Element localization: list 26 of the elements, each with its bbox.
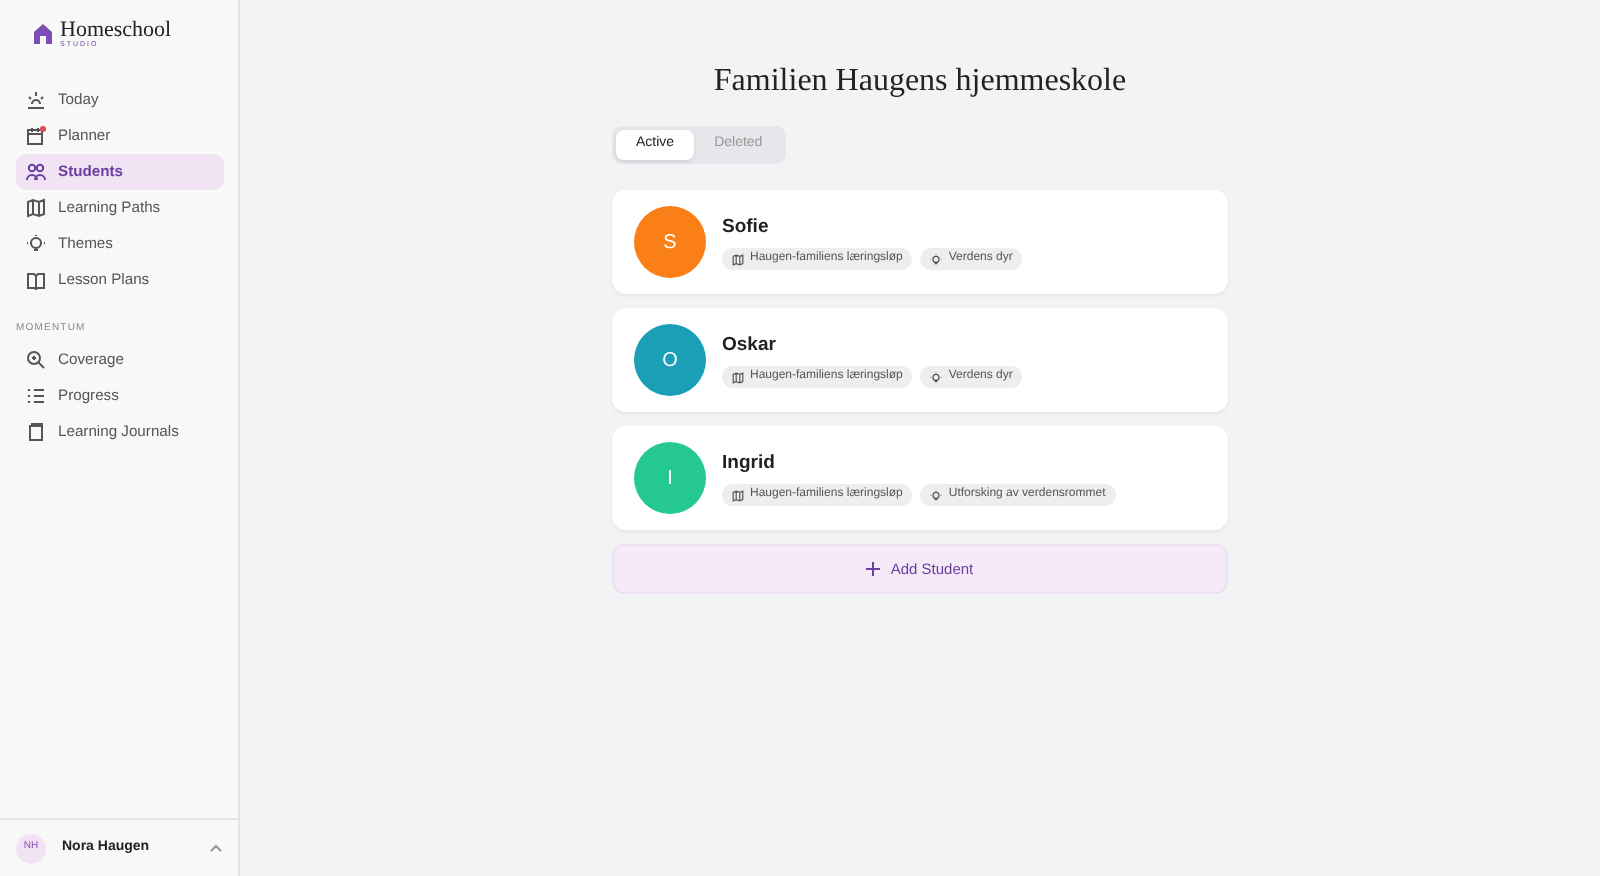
page-title: Familien Haugens hjemmeskole bbox=[713, 62, 1127, 102]
lightbulb-icon bbox=[930, 489, 943, 502]
student-avatar: O bbox=[634, 324, 706, 396]
map-icon bbox=[732, 371, 744, 384]
student-avatar: I bbox=[634, 442, 706, 514]
journal-icon bbox=[26, 422, 46, 442]
search-icon bbox=[26, 350, 46, 370]
plus-icon bbox=[866, 562, 881, 576]
student-name: Oskar bbox=[722, 331, 778, 360]
logo-icon bbox=[34, 24, 52, 45]
list-icon bbox=[26, 386, 46, 406]
lightbulb-icon bbox=[26, 233, 46, 253]
map-icon bbox=[732, 253, 744, 266]
student-avatar: S bbox=[634, 206, 706, 278]
map-icon bbox=[26, 197, 46, 217]
book-icon bbox=[26, 269, 46, 289]
map-icon bbox=[732, 489, 744, 502]
student-name: Sofie bbox=[722, 213, 771, 242]
people-icon bbox=[26, 161, 46, 181]
sun-icon bbox=[26, 89, 46, 109]
chevron-up-icon[interactable] bbox=[210, 844, 222, 852]
student-name: Ingrid bbox=[722, 449, 777, 478]
calendar-icon bbox=[26, 125, 46, 145]
lightbulb-icon bbox=[930, 253, 943, 266]
lightbulb-icon bbox=[930, 371, 943, 384]
brand-name: Homeschool bbox=[60, 20, 172, 42]
